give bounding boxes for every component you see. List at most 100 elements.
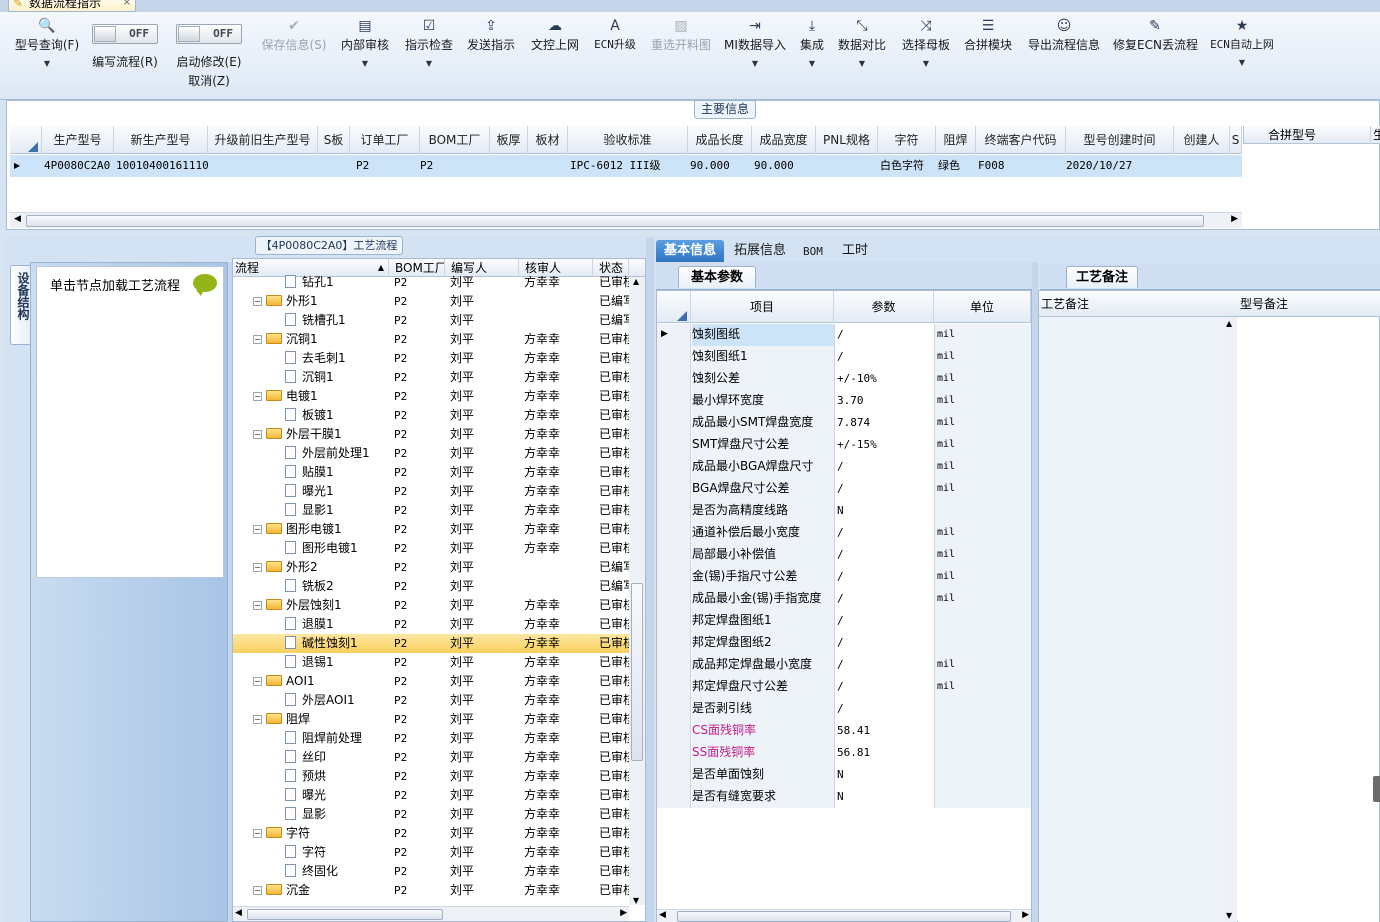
- param-value[interactable]: /: [834, 588, 934, 610]
- col-header[interactable]: 阻焊: [936, 126, 976, 154]
- col-header[interactable]: 成品长度: [688, 126, 752, 154]
- col-header[interactable]: 新生产型号: [114, 126, 208, 154]
- col-header[interactable]: 合拼型号: [1268, 126, 1316, 144]
- tree-vscrollbar[interactable]: ▲ ▼: [629, 277, 645, 905]
- scroll-thumb[interactable]: [247, 909, 443, 920]
- param-row[interactable]: 是否剥引线 /: [657, 698, 1031, 720]
- col-header[interactable]: S: [1230, 126, 1242, 154]
- tree-node[interactable]: 贴膜1 P2 刘平 方幸幸 已审核: [233, 463, 629, 482]
- param-value[interactable]: /: [834, 478, 934, 500]
- tree-node[interactable]: 去毛刺1 P2 刘平 方幸幸 已审核: [233, 349, 629, 368]
- tree-node[interactable]: 图形电镀1 P2 刘平 方幸幸 已审核: [233, 539, 629, 558]
- side-handle[interactable]: [1373, 776, 1380, 802]
- dropdown-arrow-icon[interactable]: ▼: [797, 59, 827, 68]
- param-row[interactable]: ▶ 蚀刻图纸 / mil: [657, 324, 1031, 346]
- craft-notes-textarea[interactable]: [1039, 317, 1237, 922]
- tree-node[interactable]: 铣板2 P2 刘平 已编写: [233, 577, 629, 596]
- col-header[interactable]: 板材: [528, 126, 568, 154]
- param-row[interactable]: 通道补偿后最小宽度 / mil: [657, 522, 1031, 544]
- enable-edit-toggle[interactable]: OFF: [176, 24, 242, 44]
- param-row[interactable]: 是否为高精度线路 N: [657, 500, 1031, 522]
- splitter[interactable]: [646, 238, 654, 922]
- scroll-thumb[interactable]: [631, 583, 643, 761]
- tree-node[interactable]: − 字符 P2 刘平 方幸幸 已审核: [233, 824, 629, 843]
- param-row[interactable]: 是否单面蚀刻 N: [657, 764, 1031, 786]
- tree-node[interactable]: − 电镀1 P2 刘平 方幸幸 已审核: [233, 387, 629, 406]
- col-header[interactable]: S板: [318, 126, 350, 154]
- param-row[interactable]: 成品最小金(锡)手指宽度 / mil: [657, 588, 1031, 610]
- param-value[interactable]: +/-10%: [834, 368, 934, 390]
- tree-node[interactable]: − 图形电镀1 P2 刘平 方幸幸 已审核: [233, 520, 629, 539]
- col-header[interactable]: 订单工厂: [350, 126, 420, 154]
- tab-work-hours[interactable]: 工时: [834, 240, 876, 262]
- param-row[interactable]: SS面残铜率 56.81: [657, 742, 1031, 764]
- tree-node[interactable]: 丝印 P2 刘平 方幸幸 已审核: [233, 748, 629, 767]
- tab-bom[interactable]: BOM: [795, 241, 831, 263]
- tree-node[interactable]: 预烘 P2 刘平 方幸幸 已审核: [233, 767, 629, 786]
- cancel-button[interactable]: 取消(Z): [188, 72, 230, 89]
- dropdown-arrow-icon[interactable]: ▼: [900, 59, 952, 68]
- select-all-corner[interactable]: [657, 291, 691, 323]
- param-row[interactable]: 邦定焊盘尺寸公差 / mil: [657, 676, 1031, 698]
- write-flow-toggle[interactable]: OFF: [92, 24, 158, 44]
- tree-node[interactable]: 阻焊前处理 P2 刘平 方幸幸 已审核: [233, 729, 629, 748]
- col-header[interactable]: 升级前旧生产型号: [208, 126, 318, 154]
- param-row[interactable]: 金(锡)手指尺寸公差 / mil: [657, 566, 1031, 588]
- param-value[interactable]: /: [834, 632, 934, 654]
- collapse-icon[interactable]: −: [253, 677, 262, 686]
- collapse-icon[interactable]: −: [253, 563, 262, 572]
- tree-node[interactable]: 沉铜1 P2 刘平 方幸幸 已审核: [233, 368, 629, 387]
- tree-node[interactable]: 曝光 P2 刘平 方幸幸 已审核: [233, 786, 629, 805]
- collapse-icon[interactable]: −: [253, 525, 262, 534]
- param-row[interactable]: 蚀刻公差 +/-10% mil: [657, 368, 1031, 390]
- tab-craft-notes[interactable]: 工艺备注: [1066, 266, 1138, 288]
- dropdown-arrow-icon[interactable]: ▼: [340, 59, 390, 68]
- param-row[interactable]: SMT焊盘尺寸公差 +/-15% mil: [657, 434, 1031, 456]
- col-header[interactable]: 项目: [691, 291, 834, 323]
- device-structure-tab[interactable]: 设备结构: [10, 265, 32, 345]
- tree-node[interactable]: 板镀1 P2 刘平 方幸幸 已审核: [233, 406, 629, 425]
- model-query-button[interactable]: 🔍 型号查询(F) ▼: [10, 16, 84, 100]
- param-value[interactable]: /: [834, 324, 934, 346]
- tree-node[interactable]: − 沉金 P2 刘平 方幸幸 已审核: [233, 881, 629, 900]
- col-header[interactable]: 验收标准: [568, 126, 688, 154]
- col-header[interactable]: 创建人: [1174, 126, 1230, 154]
- col-header[interactable]: BOM工厂: [420, 126, 490, 154]
- param-row[interactable]: CS面残铜率 58.41: [657, 720, 1031, 742]
- tree-node[interactable]: 显影 P2 刘平 方幸幸 已审核: [233, 805, 629, 824]
- param-row[interactable]: 成品最小SMT焊盘宽度 7.874 mil: [657, 412, 1031, 434]
- param-row[interactable]: 最小焊环宽度 3.70 mil: [657, 390, 1031, 412]
- tree-node[interactable]: 碱性蚀刻1 P2 刘平 方幸幸 已审核: [233, 634, 629, 653]
- select-all-corner[interactable]: [10, 126, 42, 154]
- collapse-icon[interactable]: −: [253, 392, 262, 401]
- tree-node[interactable]: 字符 P2 刘平 方幸幸 已审核: [233, 843, 629, 862]
- close-icon[interactable]: ×: [123, 0, 131, 11]
- param-value[interactable]: /: [834, 676, 934, 698]
- param-value[interactable]: /: [834, 654, 934, 676]
- param-row[interactable]: 成品邦定焊盘最小宽度 / mil: [657, 654, 1031, 676]
- tree-node[interactable]: 外层AOI1 P2 刘平 方幸幸 已审核: [233, 691, 629, 710]
- tree-node[interactable]: 曝光1 P2 刘平 方幸幸 已审核: [233, 482, 629, 501]
- col-header[interactable]: PNL规格: [816, 126, 878, 154]
- combine-module-button[interactable]: ☰ 合拼模块: [963, 16, 1013, 100]
- craft-vscrollbar[interactable]: ▲ ▼: [1222, 317, 1237, 922]
- export-flow-button[interactable]: ☺ 导出流程信息: [1026, 16, 1102, 100]
- main-info-hscrollbar[interactable]: ◀ ▶: [10, 212, 1242, 228]
- tree-hscrollbar[interactable]: ◀ ▶: [233, 906, 629, 921]
- dropdown-arrow-icon[interactable]: ▼: [10, 59, 84, 68]
- tree-node[interactable]: − 外层蚀刻1 P2 刘平 方幸幸 已审核: [233, 596, 629, 615]
- param-row[interactable]: 蚀刻图纸1/mil: [657, 346, 1031, 368]
- col-header[interactable]: 成品宽度: [752, 126, 816, 154]
- param-value[interactable]: /: [834, 610, 934, 632]
- reselect-map-button[interactable]: ▨ 重选开料图: [649, 16, 713, 100]
- table-row[interactable]: ▶ 4P0080C2A0 10010400161110 P2 P2 IPC-60…: [10, 155, 1242, 177]
- load-flow-box[interactable]: [36, 266, 224, 578]
- col-header[interactable]: 单位: [934, 291, 1031, 323]
- param-value[interactable]: /: [834, 346, 934, 368]
- collapse-icon[interactable]: −: [253, 297, 262, 306]
- save-info-button[interactable]: ✔ 保存信息(S): [258, 16, 330, 100]
- send-indicator-button[interactable]: ⇪ 发送指示: [466, 16, 516, 100]
- param-row[interactable]: 是否有缝宽要求 N: [657, 786, 1031, 808]
- ecn-upgrade-button[interactable]: A ECN升级: [592, 16, 638, 100]
- model-notes-textarea[interactable]: [1238, 317, 1379, 922]
